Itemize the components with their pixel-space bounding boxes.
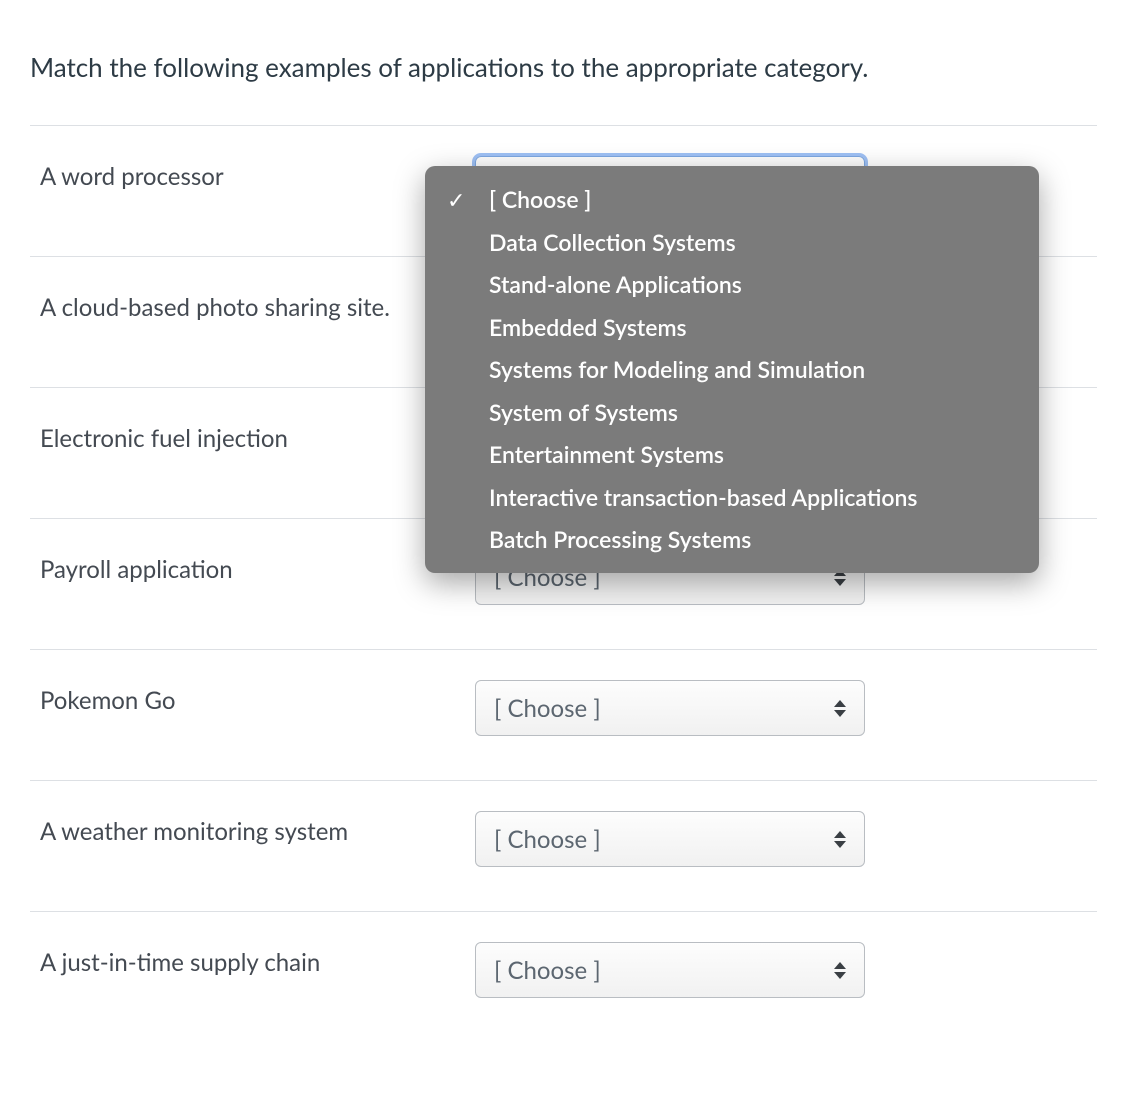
select-value: [ Choose ] — [494, 825, 601, 854]
updown-icon — [834, 697, 848, 719]
select-value: [ Choose ] — [494, 956, 601, 985]
dropdown-option[interactable]: ✓ [ Choose ] — [425, 178, 1039, 221]
answer-cell: [ Choose ] — [475, 811, 865, 867]
option-label: System of Systems — [489, 398, 678, 426]
dropdown-option[interactable]: System of Systems — [425, 391, 1039, 434]
dropdown-option[interactable]: Stand-alone Applications — [425, 263, 1039, 306]
check-icon: ✓ — [447, 183, 465, 216]
dropdown-popup[interactable]: ✓ [ Choose ] Data Collection Systems Sta… — [425, 166, 1039, 573]
option-label: Batch Processing Systems — [489, 525, 751, 553]
prompt-label: A just-in-time supply chain — [40, 942, 475, 977]
updown-icon — [834, 959, 848, 981]
dropdown-option[interactable]: Interactive transaction-based Applicatio… — [425, 476, 1039, 519]
category-select[interactable]: [ Choose ] — [475, 942, 865, 998]
category-select[interactable]: [ Choose ] — [475, 680, 865, 736]
option-label: [ Choose ] — [489, 185, 591, 213]
option-label: Systems for Modeling and Simulation — [489, 355, 865, 383]
dropdown-option[interactable]: Systems for Modeling and Simulation — [425, 348, 1039, 391]
answer-cell: [ Choose ] — [475, 942, 865, 998]
dropdown-option[interactable]: Embedded Systems — [425, 306, 1039, 349]
dropdown-option[interactable]: Data Collection Systems — [425, 221, 1039, 264]
dropdown-option[interactable]: Batch Processing Systems — [425, 518, 1039, 561]
option-label: Embedded Systems — [489, 313, 687, 341]
prompt-label: A cloud-based photo sharing site. — [40, 287, 475, 322]
option-label: Entertainment Systems — [489, 440, 724, 468]
prompt-label: A weather monitoring system — [40, 811, 475, 846]
answer-cell: [ Choose ] [ Choose ] ✓ [ Choose ] Data … — [475, 156, 865, 212]
updown-icon — [834, 828, 848, 850]
match-row: A word processor [ Choose ] [ Choose ] ✓… — [30, 125, 1097, 256]
prompt-label: Pokemon Go — [40, 680, 475, 715]
option-label: Interactive transaction-based Applicatio… — [489, 483, 917, 511]
prompt-label: Electronic fuel injection — [40, 418, 475, 453]
question-text: Match the following examples of applicat… — [30, 50, 1097, 85]
dropdown-option[interactable]: Entertainment Systems — [425, 433, 1039, 476]
answer-cell: [ Choose ] — [475, 680, 865, 736]
match-row: Pokemon Go [ Choose ] — [30, 649, 1097, 780]
match-row: A just-in-time supply chain [ Choose ] — [30, 911, 1097, 1042]
match-row: A weather monitoring system [ Choose ] — [30, 780, 1097, 911]
prompt-label: A word processor — [40, 156, 475, 191]
option-label: Stand-alone Applications — [489, 270, 742, 298]
category-select[interactable]: [ Choose ] — [475, 811, 865, 867]
select-value: [ Choose ] — [494, 694, 601, 723]
option-label: Data Collection Systems — [489, 228, 736, 256]
prompt-label: Payroll application — [40, 549, 475, 584]
